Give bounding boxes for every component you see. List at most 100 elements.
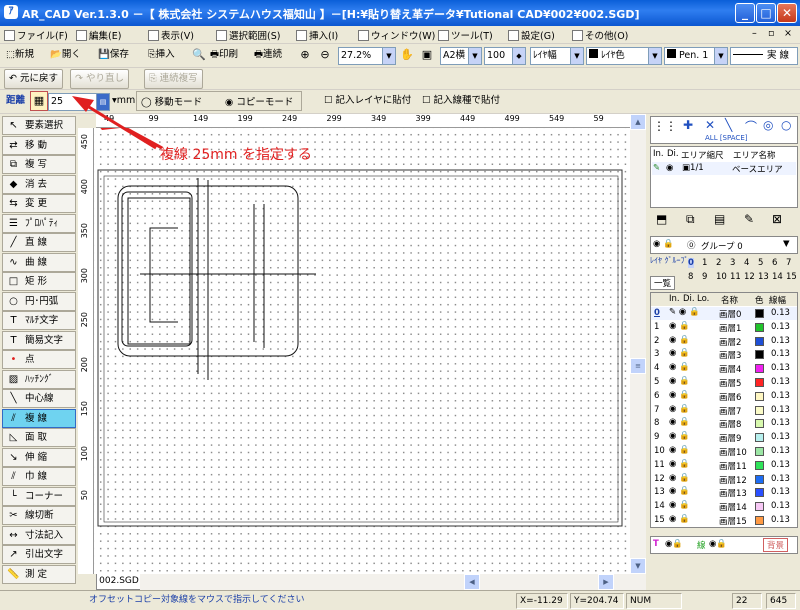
fit-icon[interactable]: ▣ <box>418 46 436 66</box>
layer-visibility-lock-icon[interactable]: ◉ 🔒 <box>669 445 690 455</box>
pen-select[interactable]: Pen. 1 ▼ <box>664 47 728 65</box>
layer-row[interactable]: 1 ◉ 🔒 画層1 0.13 <box>651 321 797 334</box>
bracket-line[interactable] <box>149 227 178 323</box>
layer-row[interactable]: 8 ◉ 🔒 画層8 0.13 <box>651 417 797 430</box>
background-button[interactable]: 背景 <box>763 538 789 552</box>
group-select[interactable]: ◉ 🔒 ⓪ グループ 0 ▼ <box>650 236 798 254</box>
save-button[interactable]: 💾保存 <box>96 46 131 66</box>
tool-rectangle[interactable]: □ 矩 形 <box>2 272 76 291</box>
tool-text[interactable]: T 簡易文字 <box>2 330 76 350</box>
redo-button[interactable]: ↷ やり直し <box>70 69 129 89</box>
mdi-close[interactable]: × <box>784 28 792 39</box>
layer-color-swatch[interactable] <box>755 419 764 429</box>
tool-offset-line[interactable]: ⫽ 複 線 <box>2 408 76 428</box>
menu-tools[interactable]: ツール(T) <box>438 28 493 42</box>
zoom-select[interactable]: 27.2% ▼ <box>338 47 396 65</box>
group-number[interactable]: 0 <box>688 258 694 268</box>
group-number[interactable]: 5 <box>758 258 763 268</box>
line-snap-icon[interactable]: ╲ <box>725 118 732 132</box>
layer-visibility-lock-icon[interactable]: ✎ ◉ 🔒 <box>669 307 700 317</box>
menu-window[interactable]: ウィンドウ(W) <box>358 28 435 42</box>
layer-visibility-lock-icon[interactable]: ◉ 🔒 <box>669 321 690 331</box>
layer-visibility-lock-icon[interactable]: ◉ 🔒 <box>669 473 690 483</box>
group-number[interactable]: 4 <box>744 258 749 268</box>
tool-eraser[interactable]: ◆ 消 去 <box>2 174 76 194</box>
insert-button[interactable]: ⎘挿入 <box>146 46 177 66</box>
layer-visibility-lock-icon[interactable]: ◉ 🔒 <box>669 362 690 372</box>
menu-other[interactable]: その他(O) <box>572 28 628 42</box>
layer-color-swatch[interactable] <box>755 460 764 470</box>
line-width-select[interactable]: ﾚｲﾔ幅 ▼ <box>530 47 584 65</box>
layer-color-swatch[interactable] <box>755 309 764 318</box>
zoom-out-icon[interactable]: ⊖ <box>316 46 334 66</box>
area-property-icon[interactable]: ✎ <box>744 212 754 226</box>
preview-icon[interactable]: 🔍 <box>190 46 208 66</box>
layer-row[interactable]: 14 ◉ 🔒 画層14 0.13 <box>651 500 797 513</box>
layer-row[interactable]: 13 ◉ 🔒 画層13 0.13 <box>651 486 797 499</box>
layer-visibility-lock-icon[interactable]: ◉ 🔒 <box>669 335 690 345</box>
area-edit-icon[interactable]: ▤ <box>714 212 725 226</box>
close-button[interactable]: ✕ <box>777 3 797 23</box>
group-number[interactable]: 10 <box>716 272 727 282</box>
group-number[interactable]: 13 <box>758 272 769 282</box>
layer-visibility-lock-icon[interactable]: ◉ 🔒 <box>669 514 690 524</box>
tool-curve[interactable]: ∿ 曲 線 <box>2 252 76 272</box>
new-button[interactable]: ⬚新規 <box>4 46 36 66</box>
layer-row[interactable]: 0 ✎ ◉ 🔒 画層0 0.13 <box>651 307 797 320</box>
maximize-button[interactable]: □ <box>756 3 776 23</box>
tool-cut-line[interactable]: ✂ 線切断 <box>2 506 76 525</box>
group-number[interactable]: 11 <box>730 272 741 282</box>
layer-row[interactable]: 10 ◉ 🔒 画層10 0.13 <box>651 445 797 458</box>
tool-change[interactable]: ⇆ 変 更 <box>2 194 76 213</box>
area-new-icon[interactable]: ⬒ <box>656 212 667 226</box>
layer-color-swatch[interactable] <box>755 405 764 415</box>
layer-visibility-lock-icon[interactable]: ◉ 🔒 <box>669 390 690 400</box>
continuous-print-button[interactable]: 🖶連続 <box>252 46 284 66</box>
tool-chamfer[interactable]: ◺ 面 取 <box>2 428 76 447</box>
mdi-minimize[interactable]: – <box>752 28 757 39</box>
group-number[interactable]: 8 <box>688 272 693 282</box>
group-number[interactable]: 2 <box>716 258 721 268</box>
group-number[interactable]: 9 <box>702 272 707 282</box>
distance-input[interactable]: 25 ▤ <box>48 93 110 111</box>
layer-color-swatch[interactable] <box>755 364 764 374</box>
calculator-icon[interactable]: ▤ <box>96 94 109 110</box>
mdi-restore[interactable]: ▫ <box>768 28 774 39</box>
tool-circle[interactable]: ○ 円･円弧 <box>2 291 76 311</box>
layer-color-swatch[interactable] <box>755 350 764 360</box>
layer-visibility-lock-icon[interactable]: ◉ 🔒 <box>669 348 690 358</box>
tool-leader-text[interactable]: ↗ 引出文字 <box>2 545 76 564</box>
layer-row[interactable]: 12 ◉ 🔒 画層12 0.13 <box>651 473 797 486</box>
group-number[interactable]: 15 <box>786 272 797 282</box>
layer-row[interactable]: 6 ◉ 🔒 画層6 0.13 <box>651 390 797 403</box>
menu-view[interactable]: 表示(V) <box>148 28 194 42</box>
keypad-icon[interactable]: ▦ <box>30 91 48 111</box>
layer-color-swatch[interactable] <box>755 378 764 387</box>
scroll-thumb[interactable]: ≡ <box>630 358 646 374</box>
print-button[interactable]: 🖶印刷 <box>208 46 240 66</box>
open-button[interactable]: 📂開く <box>48 46 83 66</box>
tool-trim[interactable]: ⫽ 巾 線 <box>2 467 76 486</box>
group-number[interactable]: 12 <box>744 272 755 282</box>
tool-extend[interactable]: ↘ 伸 縮 <box>2 447 76 467</box>
scroll-up-icon[interactable]: ▲ <box>630 114 646 130</box>
undo-button[interactable]: ↶ 元に戻す <box>4 69 63 89</box>
area-row[interactable]: ✎ ◉ ▣1/1 ベースエリア <box>652 162 796 175</box>
footer-eye-icon[interactable]: ◉🔒 <box>665 539 683 549</box>
layer-color-swatch[interactable] <box>755 474 764 484</box>
layer-visibility-lock-icon[interactable]: ◉ 🔒 <box>669 376 690 386</box>
tool-centerline[interactable]: ╲ 中心線 <box>2 389 76 408</box>
scale-stepper[interactable]: 100 ◆ <box>484 47 526 65</box>
group-number[interactable]: 3 <box>730 258 735 268</box>
paper-size-select[interactable]: A2横 ▼ <box>440 47 482 65</box>
menu-file[interactable]: ファイル(F) <box>4 28 68 42</box>
tool-multitext[interactable]: T ﾏﾙﾁ文字 <box>2 311 76 330</box>
app-icon[interactable]: ｱ <box>4 5 18 19</box>
tool-corner[interactable]: └ コーナー <box>2 486 76 506</box>
inner-rounded-rect[interactable] <box>121 191 193 347</box>
layer-color-swatch[interactable] <box>755 488 764 498</box>
tool-cursor[interactable]: ↖ 要素選択 <box>2 116 76 135</box>
paste-to-layer-checkbox[interactable]: ☐ 記入レイヤに貼付 <box>322 92 413 112</box>
layer-color-swatch[interactable] <box>755 516 764 525</box>
layer-color-swatch[interactable] <box>755 502 764 512</box>
